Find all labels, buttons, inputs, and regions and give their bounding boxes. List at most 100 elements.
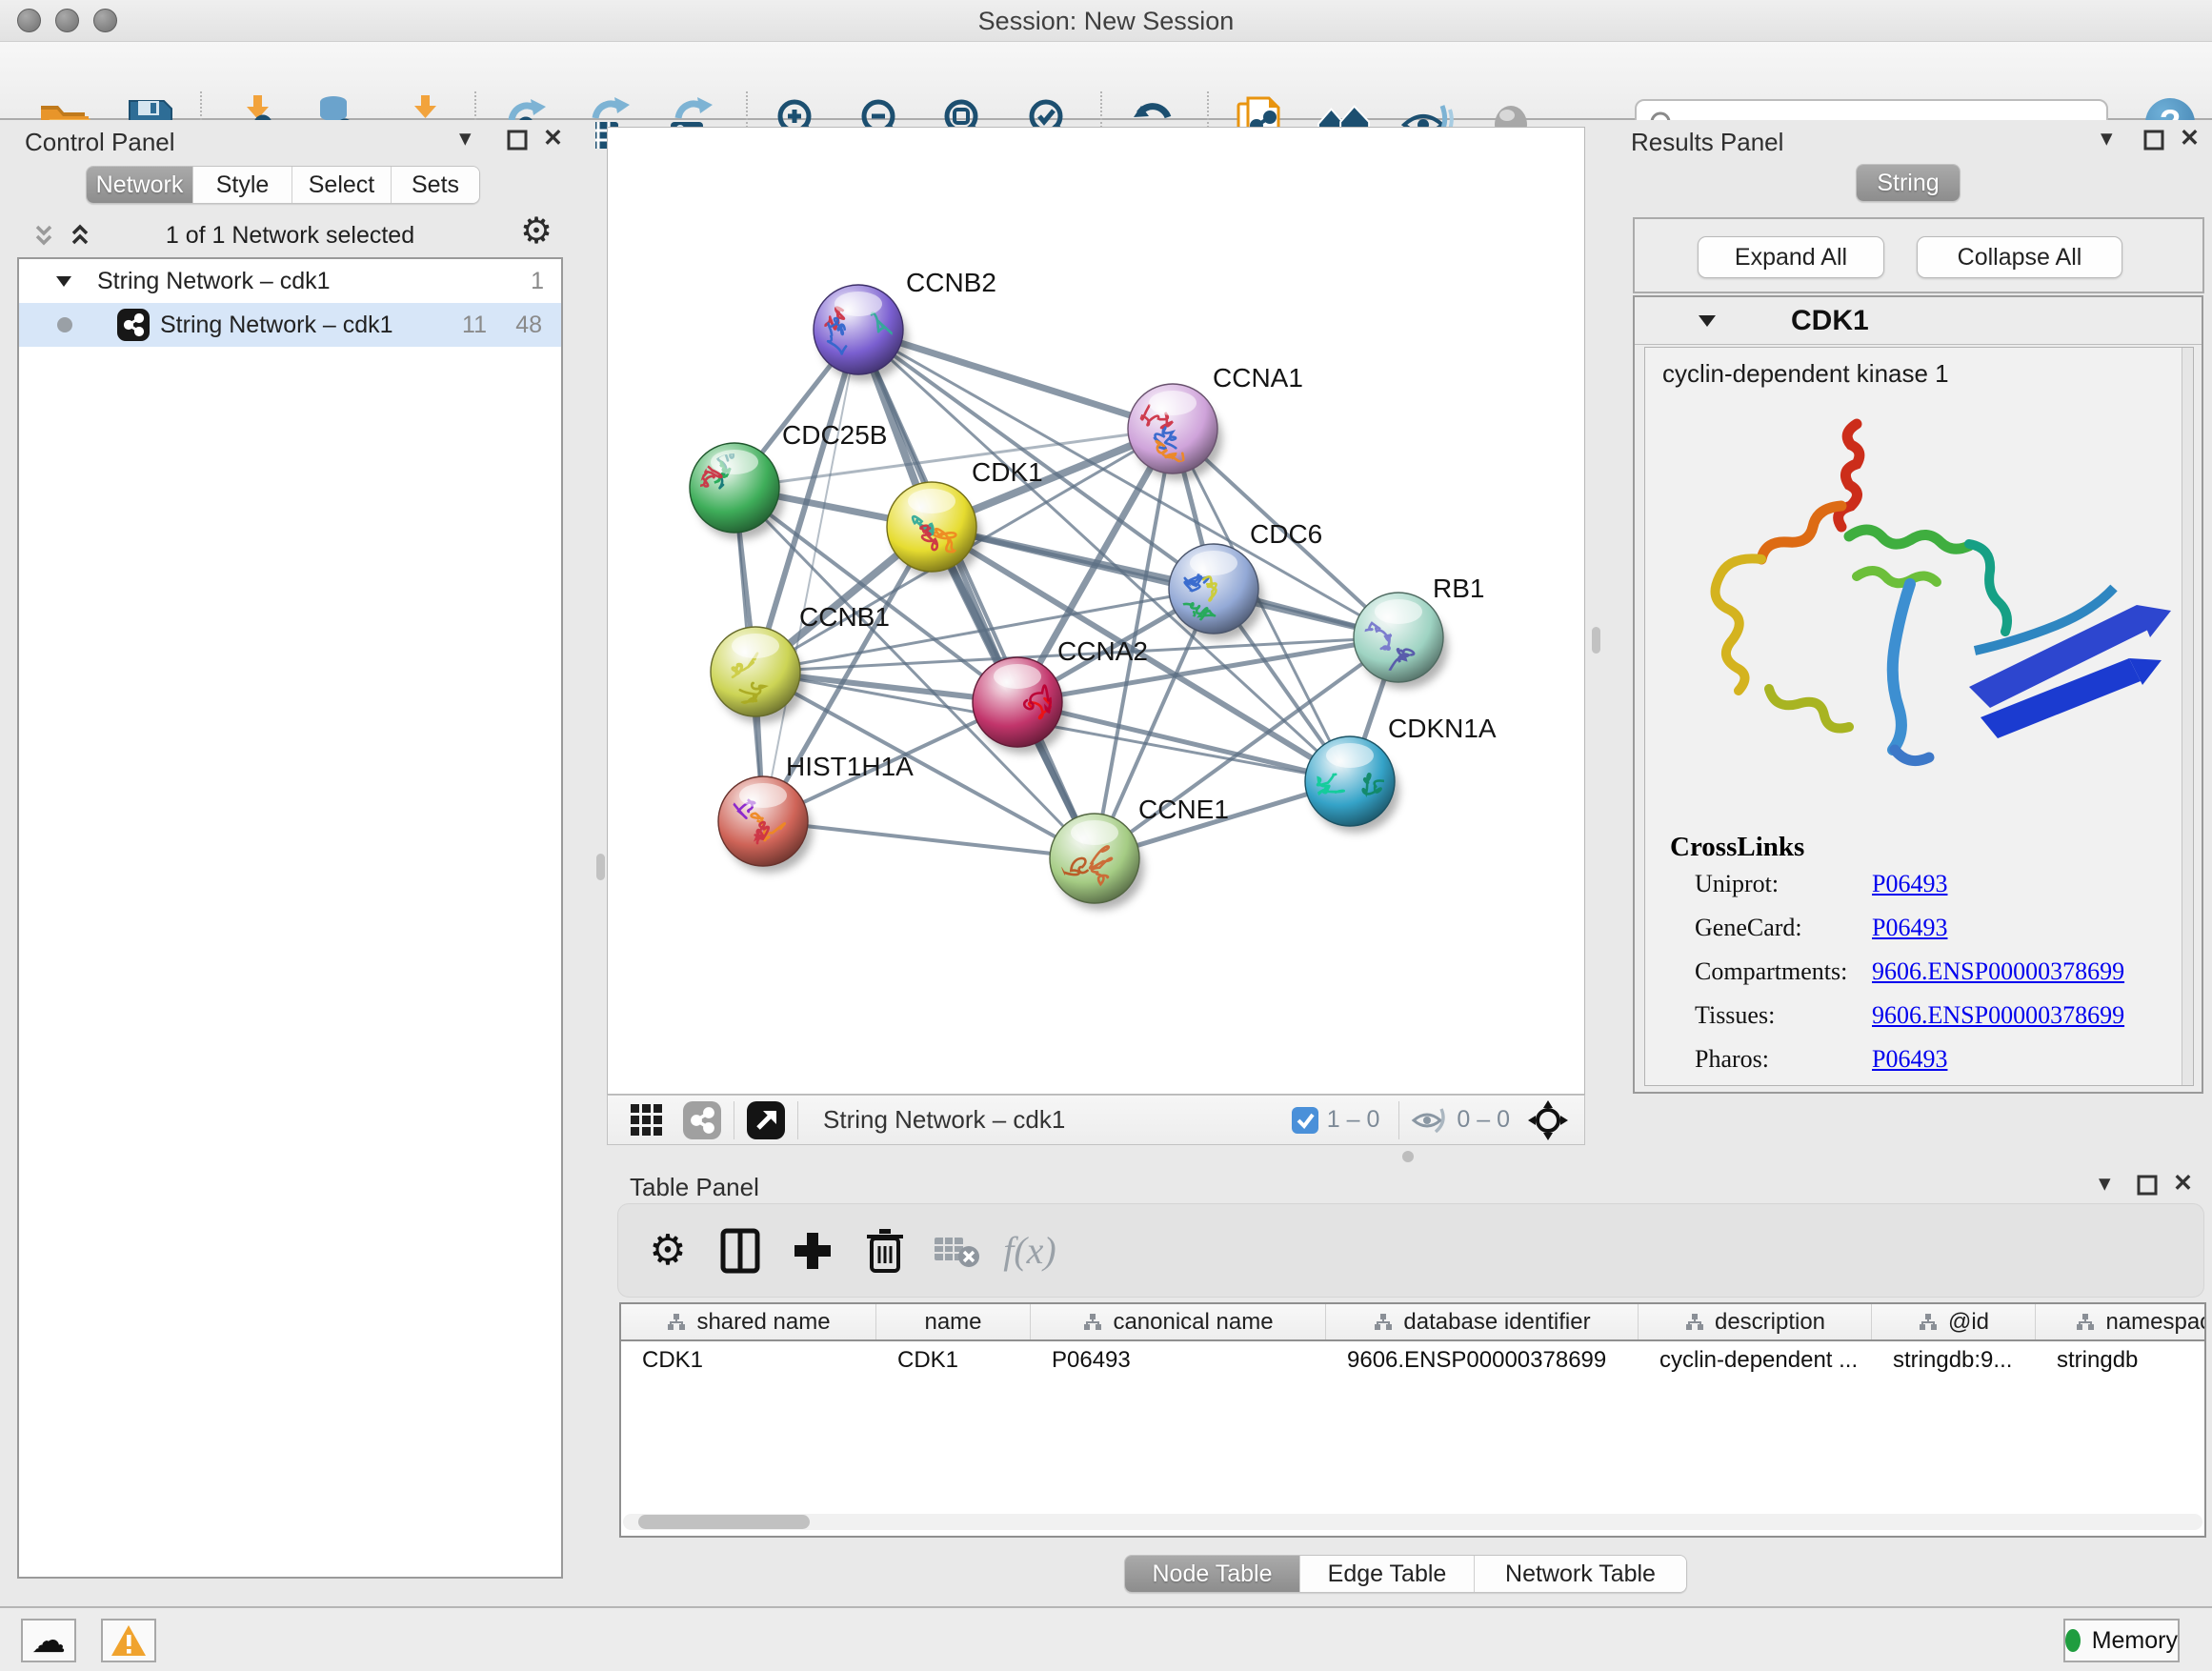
table-hscrollbar[interactable] — [623, 1514, 2202, 1530]
table-settings-button[interactable]: ⚙ — [632, 1230, 704, 1272]
crosslink-link[interactable]: P06493 — [1872, 1045, 1947, 1074]
splitter-handle[interactable] — [1402, 1151, 1414, 1162]
column-header-namespace[interactable]: namespace — [2036, 1304, 2206, 1339]
show-columns-button[interactable] — [704, 1227, 776, 1275]
crosslinks-list: Uniprot:P06493GeneCard:P06493Compartment… — [1645, 870, 2179, 1089]
network-canvas[interactable]: CCNB2CCNA1CDC25BCDK1CDC6RB1CCNB1CCNA2HIS… — [607, 127, 1585, 1095]
collection-count: 1 — [531, 268, 544, 295]
float-panel-icon[interactable] — [2143, 130, 2164, 151]
selected-checkbox-icon[interactable] — [1291, 1106, 1319, 1135]
column-label: shared name — [696, 1309, 830, 1336]
crosslink-row: GeneCard: P06493 — [1645, 914, 2179, 957]
column-header-shared-name[interactable]: shared name — [621, 1304, 876, 1339]
tab-edge-table[interactable]: Edge Table — [1300, 1556, 1475, 1592]
column-label: description — [1715, 1309, 1825, 1336]
table-cell[interactable]: stringdb — [2036, 1341, 2206, 1379]
collapse-panel-icon[interactable]: ▾ — [2099, 1169, 2111, 1198]
memory-button[interactable]: Memory — [2063, 1619, 2180, 1662]
detach-view-icon[interactable] — [746, 1100, 786, 1140]
left-splitter-handle[interactable] — [596, 854, 605, 880]
column-label: canonical name — [1113, 1309, 1273, 1336]
tab-string[interactable]: String — [1857, 165, 1960, 201]
right-splitter[interactable] — [1585, 120, 1608, 1167]
results-tab-bar: String — [1856, 164, 1961, 202]
function-builder-button[interactable]: f(x) — [994, 1228, 1066, 1273]
left-splitter[interactable] — [595, 120, 607, 1606]
table-toolbar: ⚙ — [617, 1203, 2204, 1298]
node-label: RB1 — [1433, 574, 1484, 603]
crosslink-link[interactable]: 9606.ENSP00000378699 — [1872, 1001, 2124, 1030]
control-panel-tab-bar: Network Style Select Sets — [86, 166, 480, 204]
network-row-selected[interactable]: String Network – cdk1 11 48 — [19, 303, 561, 347]
grid-view-icon[interactable] — [629, 1102, 665, 1138]
node-label: CDC25B — [782, 420, 887, 450]
table-cell[interactable]: CDK1 — [621, 1341, 876, 1379]
expand-all-button[interactable]: Expand All — [1698, 236, 1884, 278]
collapse-panel-icon[interactable]: ▾ — [459, 124, 472, 152]
close-panel-icon[interactable]: ✕ — [543, 124, 563, 152]
section-collapse-icon[interactable] — [1696, 311, 1719, 332]
column-header-canonical-name[interactable]: canonical name — [1031, 1304, 1326, 1339]
crosslink-link[interactable]: 9606.ENSP00000378699 — [1872, 957, 2124, 986]
column-header-description[interactable]: description — [1639, 1304, 1872, 1339]
results-scrollbar[interactable] — [2182, 348, 2193, 1085]
table-hscrollbar-thumb[interactable] — [638, 1515, 810, 1529]
crosslink-label: GeneCard: — [1695, 914, 1802, 942]
tab-network[interactable]: Network — [87, 167, 193, 203]
results-panel: Results Panel ▾ ✕ String Expand All Coll… — [1608, 120, 2212, 1167]
table-cell[interactable]: stringdb:9... — [1872, 1341, 2036, 1379]
float-panel-icon[interactable] — [507, 130, 528, 151]
gene-name: CDK1 — [1791, 305, 1869, 337]
column-header-name[interactable]: name — [876, 1304, 1031, 1339]
close-panel-icon[interactable]: ✕ — [2173, 1169, 2193, 1198]
network-node-HIST1H1A[interactable]: HIST1H1A — [712, 752, 914, 873]
tab-select[interactable]: Select — [292, 167, 392, 203]
control-panel: Control Panel ▾ ✕ Network Style Select S… — [0, 120, 595, 1606]
cloud-status-button[interactable]: ☁ — [21, 1619, 76, 1662]
close-panel-icon[interactable]: ✕ — [2180, 124, 2200, 152]
tree-expand-icon[interactable] — [53, 271, 74, 292]
tab-sets[interactable]: Sets — [392, 167, 479, 203]
node-label: CDC6 — [1250, 519, 1322, 549]
node-table: shared name name canonical name database id… — [619, 1302, 2206, 1538]
cytoscape-window: Session: New Session — [0, 0, 2212, 1671]
node-label: CCNE1 — [1138, 795, 1229, 824]
network-node-CCNA1[interactable]: CCNA1 — [1128, 363, 1303, 480]
column-header-database-identifier[interactable]: database identifier — [1326, 1304, 1639, 1339]
crosslink-link[interactable]: P06493 — [1872, 870, 1947, 898]
network-options-gear-icon[interactable]: ⚙ — [520, 213, 553, 250]
column-header--id[interactable]: @id — [1872, 1304, 2036, 1339]
node-label: CCNA2 — [1057, 636, 1148, 666]
warnings-button[interactable] — [101, 1619, 156, 1662]
add-column-button[interactable] — [776, 1229, 849, 1273]
network-node-RB1[interactable]: RB1 — [1354, 574, 1484, 689]
collapse-panel-icon[interactable]: ▾ — [2101, 124, 2113, 152]
birdseye-share-icon[interactable] — [682, 1100, 722, 1140]
table-cell[interactable]: 9606.ENSP00000378699 — [1326, 1341, 1639, 1379]
tab-style[interactable]: Style — [193, 167, 292, 203]
tab-network-table[interactable]: Network Table — [1475, 1556, 1686, 1592]
network-collection-row[interactable]: String Network – cdk1 1 — [19, 259, 561, 303]
network-edge[interactable] — [763, 821, 1095, 858]
node-label: HIST1H1A — [786, 752, 914, 781]
table-cell[interactable]: CDK1 — [876, 1341, 1031, 1379]
network-graph[interactable]: CCNB2CCNA1CDC25BCDK1CDC6RB1CCNB1CCNA2HIS… — [608, 128, 1584, 1094]
column-model-icon — [1082, 1313, 1103, 1332]
delete-column-button[interactable] — [849, 1227, 921, 1275]
table-cell[interactable]: P06493 — [1031, 1341, 1326, 1379]
network-edge[interactable] — [763, 330, 858, 821]
table-row[interactable]: CDK1CDK1P064939606.ENSP00000378699cyclin… — [621, 1341, 2204, 1379]
crosslink-link[interactable]: P06493 — [1872, 914, 1947, 942]
network-node-CDKN1A[interactable]: CDKN1A — [1305, 714, 1497, 833]
trash-icon — [864, 1227, 906, 1275]
float-panel-icon[interactable] — [2137, 1175, 2158, 1196]
fit-selected-crosshair-icon[interactable] — [1527, 1099, 1569, 1141]
gene-section-header[interactable]: CDK1 — [1635, 297, 2202, 345]
table-cell[interactable]: cyclin-dependent ... — [1639, 1341, 1872, 1379]
toolbar-separator — [1398, 1101, 1399, 1139]
node-label: CCNB2 — [906, 268, 996, 297]
delete-table-button[interactable] — [921, 1232, 994, 1270]
right-splitter-handle[interactable] — [1592, 627, 1600, 654]
tab-node-table[interactable]: Node Table — [1125, 1556, 1300, 1592]
collapse-all-button[interactable]: Collapse All — [1917, 236, 2122, 278]
